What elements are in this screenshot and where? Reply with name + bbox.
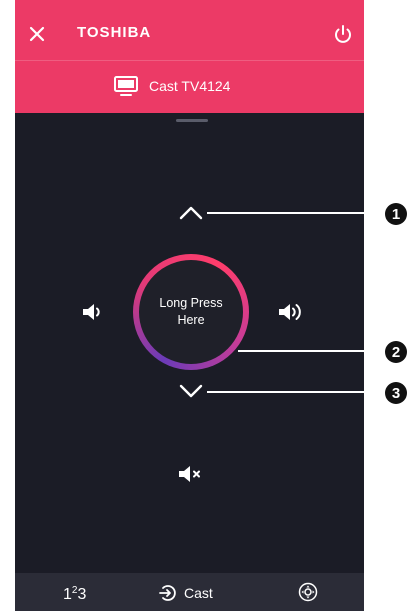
volume-down-icon bbox=[83, 304, 100, 320]
mute-button[interactable] bbox=[177, 463, 205, 485]
cast-button-label: Cast bbox=[184, 585, 213, 601]
volume-up-icon bbox=[279, 304, 301, 320]
dpad-icon bbox=[298, 582, 318, 602]
cast-target-label: Cast TV4124 bbox=[149, 78, 231, 94]
keypad-digit-1: 1 bbox=[63, 586, 72, 603]
long-press-dial[interactable]: Long Press Here bbox=[133, 254, 249, 370]
volume-down-button[interactable] bbox=[81, 301, 105, 323]
dial-label-line1: Long Press bbox=[159, 296, 223, 310]
callout-line-3 bbox=[207, 391, 393, 393]
keypad-digit-3: 3 bbox=[77, 586, 87, 603]
cast-button[interactable]: Cast bbox=[158, 583, 213, 603]
bottom-bar: 123 Cast bbox=[15, 573, 364, 611]
chevron-up-icon bbox=[179, 206, 203, 220]
callout-line-2 bbox=[238, 350, 388, 352]
channel-down-button[interactable] bbox=[178, 380, 204, 402]
cast-input-icon bbox=[159, 585, 176, 601]
header-divider bbox=[15, 60, 364, 61]
keypad-button[interactable]: 123 bbox=[63, 585, 86, 604]
drag-handle[interactable] bbox=[176, 119, 208, 122]
callout-badge-3: 3 bbox=[385, 382, 407, 404]
dial-label-line2: Here bbox=[177, 313, 205, 327]
callout-badge-2: 2 bbox=[385, 341, 407, 363]
close-button[interactable] bbox=[25, 22, 49, 46]
power-icon bbox=[335, 25, 351, 43]
chevron-down-icon bbox=[179, 384, 203, 398]
channel-up-button[interactable] bbox=[178, 202, 204, 224]
remote-screen: TOSHIBA Cast TV4124 Long Press Here 123 … bbox=[15, 0, 364, 611]
dial-center: Long Press Here bbox=[139, 260, 243, 364]
power-button[interactable] bbox=[331, 22, 355, 46]
cast-target-selector[interactable]: Cast TV4124 bbox=[113, 74, 230, 98]
callout-line-1 bbox=[207, 212, 393, 214]
volume-up-button[interactable] bbox=[277, 301, 307, 323]
tv-icon bbox=[114, 76, 138, 96]
callout-badge-1: 1 bbox=[385, 203, 407, 225]
mute-icon bbox=[179, 466, 200, 482]
brand-title: TOSHIBA bbox=[77, 24, 152, 41]
close-icon bbox=[29, 26, 45, 42]
header-bar: TOSHIBA Cast TV4124 bbox=[15, 0, 364, 113]
navigation-pad-button[interactable] bbox=[298, 582, 318, 607]
